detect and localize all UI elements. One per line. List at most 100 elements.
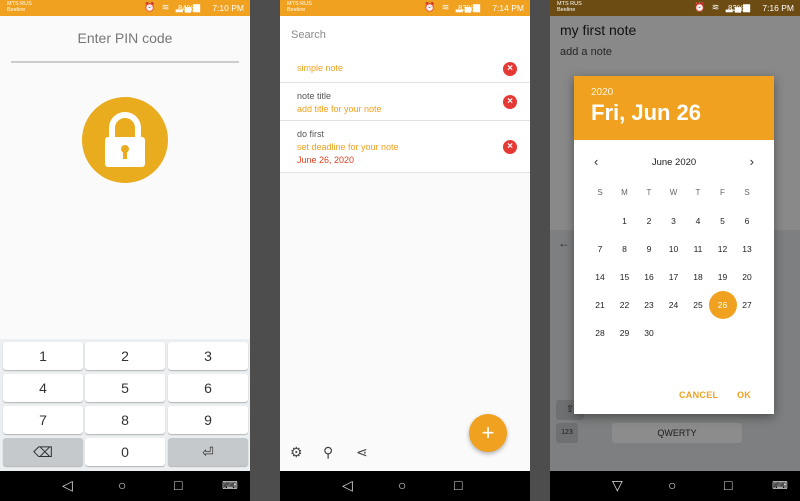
calendar-day[interactable]: 13 bbox=[735, 239, 759, 259]
search-input[interactable]: Search bbox=[280, 16, 530, 54]
home-icon[interactable]: ○ bbox=[398, 477, 406, 493]
calendar-day[interactable]: 23 bbox=[637, 295, 661, 315]
battery-label: 83% bbox=[457, 4, 474, 13]
home-icon[interactable]: ○ bbox=[668, 477, 676, 493]
key-4[interactable]: 4 bbox=[3, 374, 83, 402]
calendar-day[interactable]: 25 bbox=[686, 295, 710, 315]
keyboard-icon[interactable]: ⌨ bbox=[222, 479, 238, 492]
carrier2-label: Beeline bbox=[557, 7, 576, 13]
pin-input-line[interactable] bbox=[11, 61, 239, 63]
calendar-day[interactable]: 12 bbox=[711, 239, 735, 259]
calendar-day[interactable]: 20 bbox=[735, 267, 759, 287]
selected-year[interactable]: 2020 bbox=[591, 87, 613, 98]
calendar-day[interactable]: 11 bbox=[686, 239, 710, 259]
calendar-day[interactable]: 15 bbox=[613, 267, 637, 287]
recent-apps-icon[interactable]: □ bbox=[724, 477, 732, 493]
calendar-day[interactable]: 21 bbox=[588, 295, 612, 315]
calendar-day[interactable]: 16 bbox=[637, 267, 661, 287]
carrier2-label: Beeline bbox=[7, 7, 26, 13]
pin-screen: MTS RUS Beeline ⏰ ≋ ▂▄▆ 84% 7:10 PM Enter… bbox=[0, 0, 250, 501]
key-6[interactable]: 6 bbox=[168, 374, 248, 402]
weekday-label: T bbox=[646, 188, 652, 197]
share-icon[interactable]: ⋖ bbox=[356, 444, 368, 461]
calendar-day[interactable]: 30 bbox=[637, 323, 661, 343]
nav-bar: ◁ ○ □ ⌨ bbox=[0, 471, 250, 501]
back-icon[interactable]: ◁ bbox=[342, 477, 353, 494]
chevron-right-icon[interactable]: › bbox=[750, 154, 754, 169]
ok-button[interactable]: OK bbox=[737, 390, 751, 400]
key-2[interactable]: 2 bbox=[85, 342, 165, 370]
key-8[interactable]: 8 bbox=[85, 406, 165, 434]
pin-title: Enter PIN code bbox=[77, 30, 173, 46]
status-bar: MTS RUS Beeline ⏰ ≋ ▂▄▆ 83% 7:14 PM bbox=[280, 0, 530, 16]
calendar-day[interactable]: 4 bbox=[686, 211, 710, 231]
clock-label: 7:10 PM bbox=[212, 3, 244, 13]
calendar-day[interactable]: 18 bbox=[686, 267, 710, 287]
note-item[interactable]: simple note × bbox=[280, 54, 530, 83]
note-title: note title bbox=[297, 91, 332, 101]
clock-label: 7:14 PM bbox=[492, 3, 524, 13]
note-item[interactable]: do first set deadline for your note June… bbox=[280, 121, 530, 173]
calendar-day[interactable]: 6 bbox=[735, 211, 759, 231]
calendar-day[interactable]: 14 bbox=[588, 267, 612, 287]
status-bar: MTS RUS Beeline ⏰ ≋ ▂▄▆ 84% 7:10 PM bbox=[0, 0, 250, 16]
note-title: do first bbox=[297, 129, 325, 139]
gear-icon[interactable]: ⚙ bbox=[290, 444, 303, 461]
calendar-day[interactable]: 2 bbox=[637, 211, 661, 231]
selected-day[interactable]: 26 bbox=[708, 291, 737, 319]
key-5[interactable]: 5 bbox=[85, 374, 165, 402]
calendar-day[interactable]: 1 bbox=[613, 211, 637, 231]
calendar-day[interactable]: 8 bbox=[613, 239, 637, 259]
calendar-day[interactable]: 3 bbox=[662, 211, 686, 231]
lock-icon bbox=[82, 97, 168, 183]
key-1[interactable]: 1 bbox=[3, 342, 83, 370]
note-subtitle: set deadline for your note bbox=[297, 142, 399, 152]
nav-bar: ▽ ○ □ ⌨ bbox=[550, 471, 800, 501]
calendar-day[interactable]: 19 bbox=[711, 267, 735, 287]
calendar-day[interactable]: 9 bbox=[637, 239, 661, 259]
backspace-key[interactable]: ⌫ bbox=[3, 438, 83, 466]
search-placeholder: Search bbox=[291, 29, 326, 41]
search-icon[interactable]: ⚲ bbox=[323, 444, 333, 461]
delete-icon[interactable]: × bbox=[503, 95, 517, 109]
calendar-day[interactable]: 7 bbox=[588, 239, 612, 259]
keyboard-icon[interactable]: ⌨ bbox=[772, 479, 788, 492]
calendar-day[interactable]: 24 bbox=[662, 295, 686, 315]
month-label: June 2020 bbox=[651, 157, 697, 168]
battery-label: 84% bbox=[177, 4, 194, 13]
clock-label: 7:16 PM bbox=[762, 3, 794, 13]
weekday-label: S bbox=[597, 188, 603, 197]
note-subtitle: add title for your note bbox=[297, 104, 382, 114]
calendar-day[interactable]: 27 bbox=[735, 295, 759, 315]
cancel-button[interactable]: CANCEL bbox=[679, 390, 718, 400]
back-icon[interactable]: ▽ bbox=[612, 477, 623, 494]
weekday-label: M bbox=[621, 188, 628, 197]
key-9[interactable]: 9 bbox=[168, 406, 248, 434]
key-3[interactable]: 3 bbox=[168, 342, 248, 370]
recent-apps-icon[interactable]: □ bbox=[174, 477, 182, 493]
key-7[interactable]: 7 bbox=[3, 406, 83, 434]
battery-label: 83% bbox=[727, 4, 744, 13]
calendar-day[interactable]: 10 bbox=[662, 239, 686, 259]
delete-icon[interactable]: × bbox=[503, 62, 517, 76]
delete-icon[interactable]: × bbox=[503, 140, 517, 154]
recent-apps-icon[interactable]: □ bbox=[454, 477, 462, 493]
note-deadline: June 26, 2020 bbox=[297, 155, 355, 165]
weekday-label: S bbox=[744, 188, 750, 197]
home-icon[interactable]: ○ bbox=[118, 477, 126, 493]
selected-date: Fri, Jun 26 bbox=[591, 100, 702, 125]
calendar-day[interactable]: 28 bbox=[588, 323, 612, 343]
note-item[interactable]: note title add title for your note × bbox=[280, 83, 530, 121]
date-picker-screen: MTS RUS Beeline ⏰ ≋ ▂▄▆ 83% 7:16 PM my fi… bbox=[550, 0, 800, 501]
calendar-day[interactable]: 22 bbox=[613, 295, 637, 315]
key-0[interactable]: 0 bbox=[85, 438, 165, 466]
calendar-day[interactable]: 29 bbox=[613, 323, 637, 343]
enter-key[interactable]: ⏎ bbox=[168, 438, 248, 466]
backspace-icon: ⌫ bbox=[33, 444, 53, 460]
back-icon[interactable]: ◁ bbox=[62, 477, 73, 494]
calendar-day[interactable]: 17 bbox=[662, 267, 686, 287]
notes-screen: MTS RUS Beeline ⏰ ≋ ▂▄▆ 83% 7:14 PM Searc… bbox=[280, 0, 530, 501]
add-note-button[interactable]: + bbox=[469, 414, 507, 452]
calendar-day[interactable]: 5 bbox=[711, 211, 735, 231]
note-title: simple note bbox=[297, 63, 344, 73]
